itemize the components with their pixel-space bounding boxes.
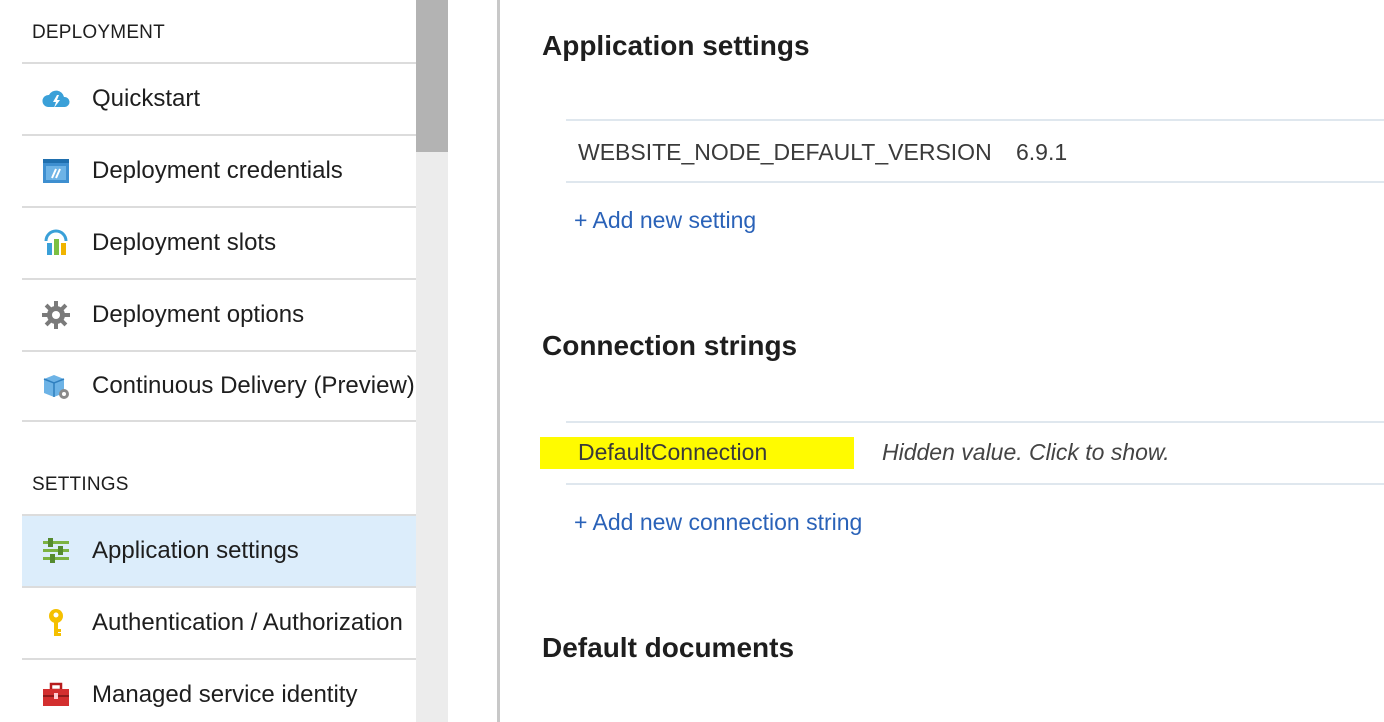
sidebar-item-label: Authentication / Authorization bbox=[92, 609, 403, 636]
slots-icon bbox=[40, 227, 72, 259]
main-content: Application settings WEBSITE_NODE_DEFAUL… bbox=[500, 0, 1384, 722]
row-divider bbox=[566, 483, 1384, 485]
sidebar-item-managed-service-identity[interactable]: Managed service identity bbox=[22, 658, 416, 722]
app-setting-value[interactable]: 6.9.1 bbox=[1016, 139, 1067, 166]
toolbox-icon bbox=[40, 679, 72, 711]
sidebar-item-deployment-credentials[interactable]: Deployment credentials bbox=[22, 134, 416, 206]
sidebar-item-label: Application settings bbox=[92, 537, 299, 564]
sidebar-item-quickstart[interactable]: Quickstart bbox=[22, 62, 416, 134]
settings-section-header: SETTINGS bbox=[32, 474, 129, 495]
connection-strings-heading: Connection strings bbox=[542, 330, 798, 361]
sidebar-item-label: Continuous Delivery (Preview) bbox=[92, 372, 415, 399]
connection-string-hidden-value[interactable]: Hidden value. Click to show. bbox=[882, 439, 1170, 466]
sidebar-item-application-settings[interactable]: Application settings bbox=[22, 514, 416, 586]
sidebar-scrollbar-thumb[interactable] bbox=[416, 0, 448, 152]
app-setting-name[interactable]: WEBSITE_NODE_DEFAULT_VERSION bbox=[578, 139, 992, 166]
row-divider bbox=[566, 119, 1384, 121]
cloud-lightning-icon bbox=[40, 83, 72, 115]
sidebar-item-label: Managed service identity bbox=[92, 681, 358, 708]
sliders-icon bbox=[40, 535, 72, 567]
sidebar-item-deployment-options[interactable]: Deployment options bbox=[22, 278, 416, 350]
add-new-setting-link[interactable]: + Add new setting bbox=[574, 207, 756, 234]
sidebar-item-label: Deployment slots bbox=[92, 229, 277, 256]
app-settings-heading: Application settings bbox=[542, 30, 810, 61]
sidebar-item-continuous-delivery[interactable]: Continuous Delivery (Preview) bbox=[22, 350, 416, 422]
connection-string-name[interactable]: DefaultConnection bbox=[578, 439, 767, 466]
add-new-connection-string-link[interactable]: + Add new connection string bbox=[574, 509, 862, 536]
deployment-section-header: DEPLOYMENT bbox=[32, 22, 165, 43]
default-documents-heading: Default documents bbox=[542, 632, 795, 663]
key-icon bbox=[40, 607, 72, 639]
row-divider bbox=[566, 421, 1384, 423]
sidebar-item-label: Deployment options bbox=[92, 301, 305, 328]
sidebar-item-deployment-slots[interactable]: Deployment slots bbox=[22, 206, 416, 278]
sidebar: DEPLOYMENT Quickstart Deployment credent… bbox=[0, 0, 418, 722]
credentials-icon bbox=[40, 155, 72, 187]
sidebar-item-authentication[interactable]: Authentication / Authorization bbox=[22, 586, 416, 658]
sidebar-item-label: Deployment credentials bbox=[92, 157, 343, 184]
row-divider bbox=[566, 181, 1384, 183]
box-icon bbox=[40, 370, 72, 402]
sidebar-item-label: Quickstart bbox=[92, 85, 201, 112]
gear-icon bbox=[40, 299, 72, 331]
